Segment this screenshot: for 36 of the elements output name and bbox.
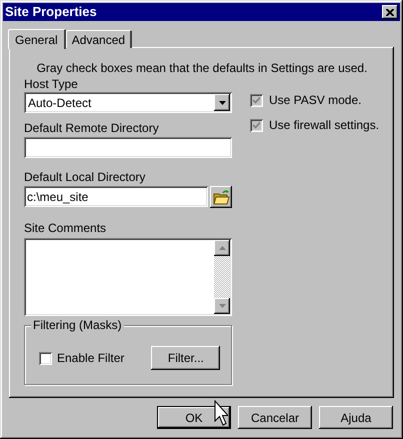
host-type-dropdown[interactable]: Auto-Detect [24, 92, 232, 113]
caret-icon [218, 100, 226, 104]
tab[interactable]: General [8, 29, 66, 49]
dialog-button[interactable]: Ajuda [319, 406, 393, 429]
browse-folder-button[interactable] [210, 186, 232, 208]
field-label: Default Local Directory [24, 170, 146, 184]
dialog-button[interactable]: Cancelar [238, 406, 312, 429]
up-arrow-icon [218, 246, 226, 250]
close-button[interactable] [382, 5, 398, 19]
down-arrow-icon [218, 304, 226, 308]
checkbox[interactable] [250, 118, 263, 132]
dropdown-arrow-button[interactable] [214, 94, 230, 111]
scroll-up-button[interactable] [214, 240, 230, 256]
remote-directory-field[interactable] [24, 137, 232, 158]
checkbox-label[interactable]: Use PASV mode. [269, 93, 362, 107]
checkbox[interactable] [250, 94, 263, 106]
scrollbar[interactable] [214, 240, 230, 314]
close-icon [386, 8, 394, 16]
field-label: Default Remote Directory [24, 121, 159, 135]
local-directory-field[interactable]: c:\meu_site [24, 186, 208, 207]
group-title: Filtering (Masks) [31, 318, 124, 332]
checkmark-icon [253, 122, 260, 128]
window-title: Site Properties [5, 4, 97, 20]
checkmark-icon [253, 96, 260, 104]
scroll-down-button[interactable] [214, 298, 230, 314]
checkbox-label[interactable]: Enable Filter [57, 351, 124, 365]
dialog-button[interactable]: OK [157, 406, 231, 429]
checkbox[interactable] [39, 352, 52, 364]
site-comments-field[interactable] [24, 238, 232, 316]
info-text: Gray check boxes mean that the defaults in Settings are used. [36, 61, 368, 75]
field-label: Site Comments [24, 221, 106, 235]
field-label: Host Type [24, 77, 78, 91]
filter-button[interactable]: Filter... [151, 346, 220, 370]
tab[interactable]: Advanced [66, 30, 132, 48]
checkbox-label[interactable]: Use firewall settings. [269, 118, 380, 132]
folder-icon [212, 190, 230, 204]
